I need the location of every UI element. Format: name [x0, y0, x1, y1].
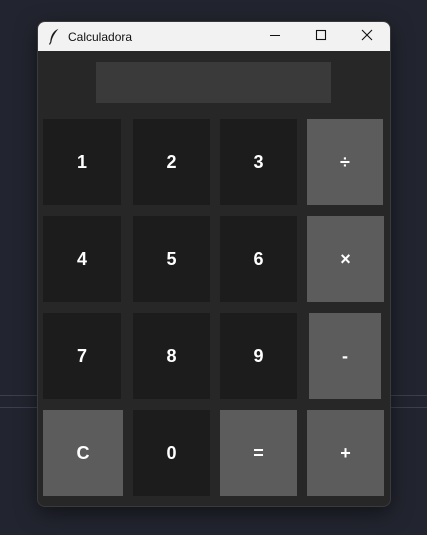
divide-button[interactable]: ÷: [307, 119, 383, 205]
add-button[interactable]: +: [307, 410, 384, 496]
key-8[interactable]: 8: [133, 313, 210, 399]
close-icon: [361, 28, 373, 46]
equals-button[interactable]: =: [220, 410, 297, 496]
key-1[interactable]: 1: [43, 119, 121, 205]
multiply-button[interactable]: ×: [307, 216, 384, 302]
minimize-icon: [269, 28, 281, 46]
key-9[interactable]: 9: [220, 313, 297, 399]
key-6[interactable]: 6: [220, 216, 297, 302]
display-field[interactable]: [96, 62, 331, 103]
calculator-window: Calculadora 1 2 3 ÷ 4 5 6 × 7 8 9 - C 0 …: [38, 22, 390, 506]
key-5[interactable]: 5: [133, 216, 210, 302]
key-7[interactable]: 7: [43, 313, 121, 399]
minimize-button[interactable]: [252, 22, 298, 51]
subtract-button[interactable]: -: [309, 313, 381, 399]
maximize-icon: [315, 28, 327, 46]
maximize-button[interactable]: [298, 22, 344, 51]
key-3[interactable]: 3: [220, 119, 297, 205]
title-bar[interactable]: Calculadora: [38, 22, 390, 51]
key-4[interactable]: 4: [43, 216, 121, 302]
window-title: Calculadora: [68, 30, 133, 44]
close-button[interactable]: [344, 22, 390, 51]
feather-icon: [48, 28, 60, 45]
key-2[interactable]: 2: [133, 119, 210, 205]
key-0[interactable]: 0: [133, 410, 210, 496]
clear-button[interactable]: C: [43, 410, 123, 496]
